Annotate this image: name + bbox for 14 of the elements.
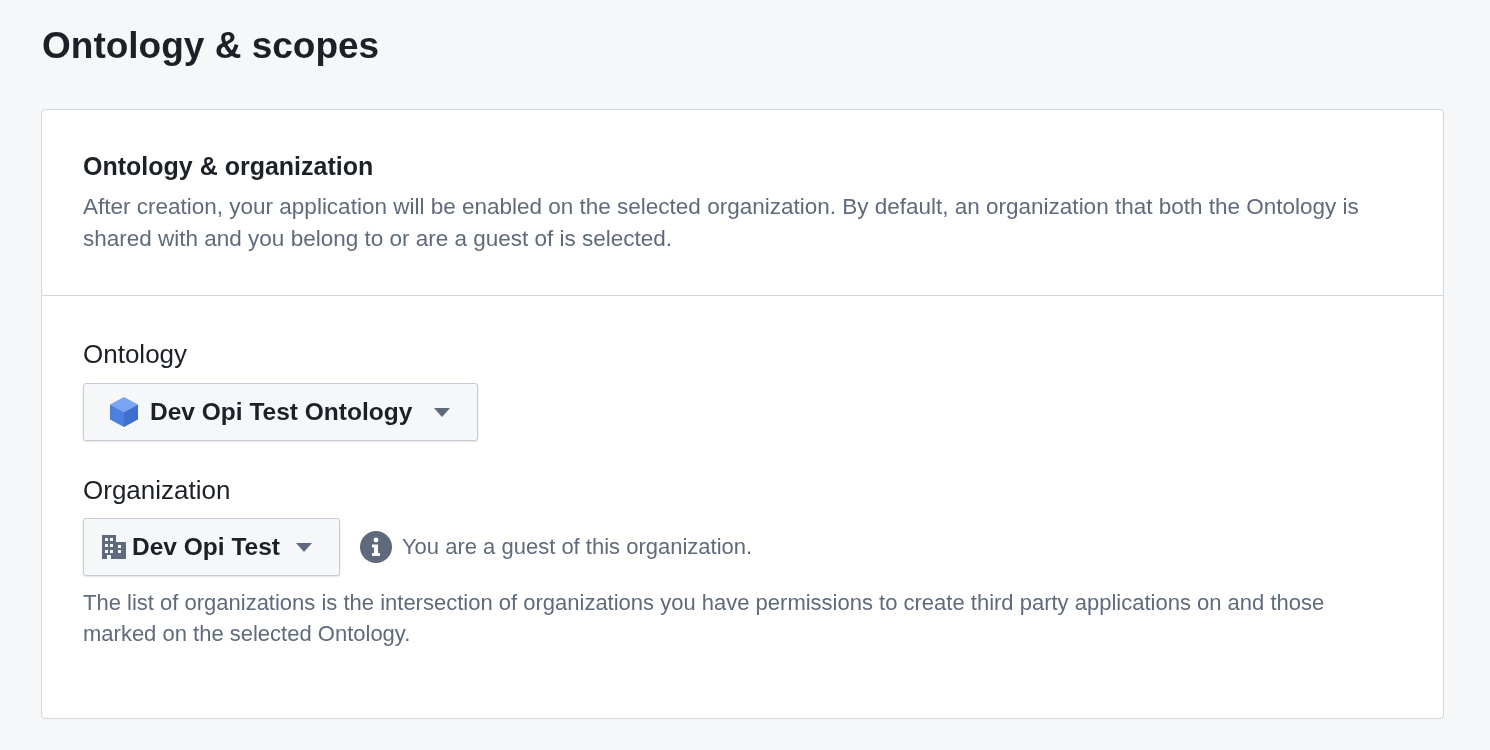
info-icon — [359, 531, 392, 563]
section-description: After creation, your application will be enabled on the selected organization. By default, an organization that both the Ontology is shared with and you belong to or are a guest of is selected. — [83, 193, 1360, 253]
field-label: Ontology — [83, 339, 188, 369]
field-label: Organization — [83, 475, 231, 505]
page-title: Ontology & scopes — [42, 26, 380, 66]
ontology-select[interactable]: Dev Opi Test Ontology — [83, 383, 479, 441]
caret-icon — [434, 407, 451, 417]
caret-icon — [295, 542, 312, 552]
guest-note: You are a guest of this organization. — [401, 534, 753, 560]
organization-select[interactable]: Dev Opi Test — [83, 518, 340, 576]
cube-icon — [110, 397, 138, 427]
building-icon — [102, 535, 126, 559]
section-title: Ontology & organization — [83, 151, 374, 181]
helper-text: The list of organizations is the intersection of organizations you have permissions to create third party applications on and those marked on the selected Ontology. — [83, 589, 1326, 648]
